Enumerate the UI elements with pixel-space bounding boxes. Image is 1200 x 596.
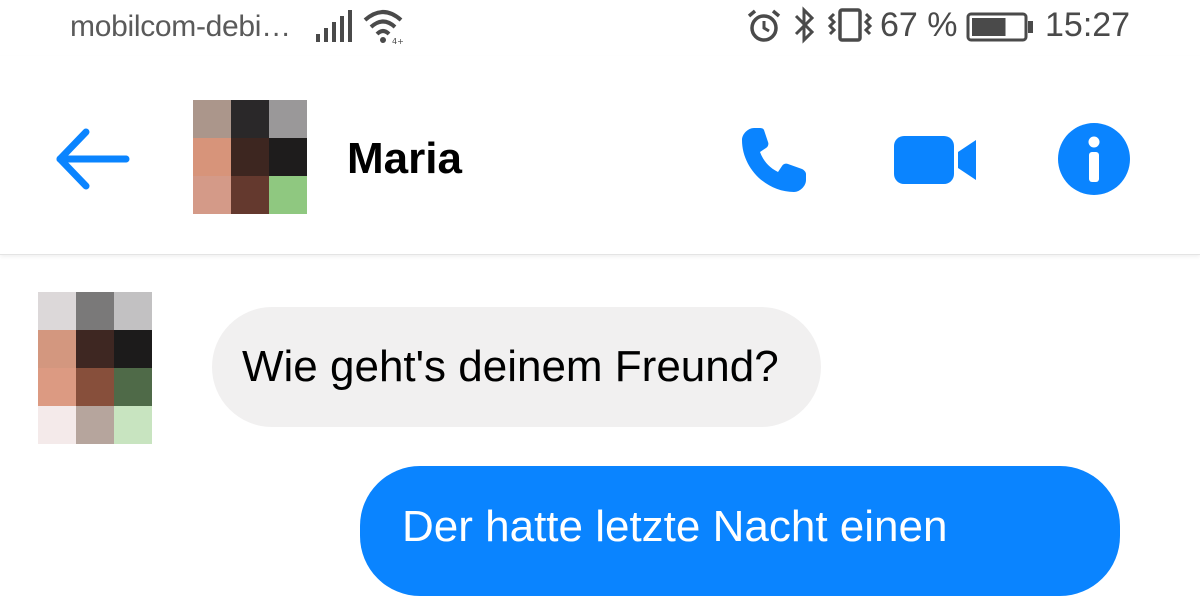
wifi-icon: 4+ — [363, 10, 404, 46]
video-camera-icon[interactable] — [890, 130, 982, 190]
bluetooth-icon — [794, 6, 815, 44]
phone-icon[interactable] — [736, 122, 812, 198]
carrier-name: mobilcom-debi… — [70, 10, 291, 43]
svg-text:4+: 4+ — [392, 37, 404, 46]
contact-avatar[interactable] — [193, 100, 307, 214]
message-text: Der hatte letzte Nacht einen — [402, 502, 948, 551]
message-bubble-sent[interactable]: Der hatte letzte Nacht einen — [360, 466, 1120, 596]
clock: 15:27 — [1045, 6, 1131, 44]
vibrate-icon — [827, 8, 873, 42]
signal-bars-icon — [316, 10, 352, 42]
contact-name[interactable]: Maria — [347, 134, 462, 184]
back-arrow-icon[interactable] — [50, 122, 134, 196]
battery-icon — [966, 12, 1033, 42]
message-text: Wie geht's deinem Freund? — [242, 342, 779, 391]
alarm-icon — [747, 9, 781, 42]
info-icon[interactable] — [1056, 121, 1132, 197]
status-bar: mobilcom-debi… 4+ 67 % 15:27 — [0, 0, 1200, 56]
sender-avatar[interactable] — [38, 292, 152, 444]
message-bubble-received[interactable]: Wie geht's deinem Freund? — [212, 307, 821, 427]
battery-percent: 67 % — [880, 6, 958, 44]
conversation-header: Maria — [0, 56, 1200, 255]
